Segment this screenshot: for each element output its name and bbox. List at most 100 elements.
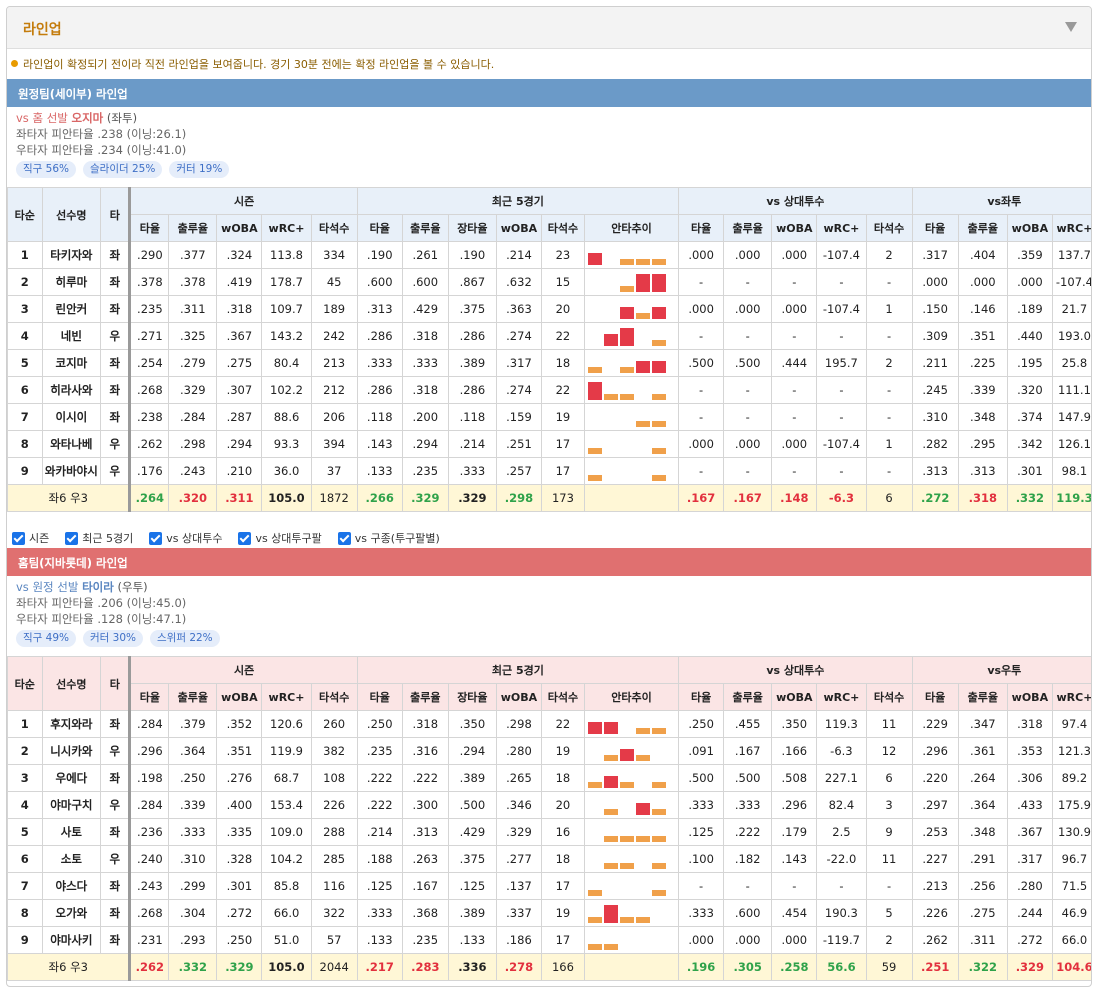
col-header[interactable]: 출루율	[957, 683, 1008, 711]
player-name[interactable]: 오가와	[41, 899, 102, 927]
col-header[interactable]: 출루율	[168, 683, 218, 711]
player-name[interactable]: 히라사와	[41, 376, 102, 404]
trend-bar	[587, 917, 602, 923]
trend-bar	[651, 361, 666, 373]
col-header[interactable]: 타석수	[310, 214, 358, 242]
option-toggle[interactable]: 시즌	[12, 530, 49, 546]
recent-stat: .298	[495, 710, 542, 738]
player-name[interactable]: 사토	[41, 818, 102, 846]
col-header[interactable]: 출루율	[723, 214, 773, 242]
player-name[interactable]: 린안커	[41, 295, 102, 323]
batting-hand: 좌	[100, 241, 131, 269]
col-header[interactable]: 안타추이	[583, 683, 680, 711]
col-header[interactable]: wOBA	[771, 214, 818, 242]
col-header[interactable]: 타율	[911, 214, 959, 242]
player-name[interactable]: 이시이	[41, 403, 102, 431]
option-toggle[interactable]: vs 상대투구팔	[238, 530, 322, 546]
vs-pitcher-stat: -	[771, 457, 818, 485]
col-header[interactable]: wRC+	[1051, 683, 1091, 711]
player-name[interactable]: 히루마	[41, 268, 102, 296]
col-header[interactable]: 타율	[356, 683, 403, 711]
trend-bar	[619, 836, 634, 842]
col-header[interactable]: 안타추이	[583, 214, 680, 242]
col-header[interactable]: wRC+	[261, 683, 312, 711]
col-header[interactable]: wRC+	[261, 214, 312, 242]
player-name[interactable]: 소토	[41, 845, 102, 873]
player-name[interactable]: 와타나베	[41, 430, 102, 458]
player-name[interactable]: 와카바야시	[41, 457, 102, 485]
col-header[interactable]: wOBA	[216, 683, 263, 711]
trend-bar	[603, 394, 618, 400]
col-header[interactable]: 타율	[356, 214, 403, 242]
player-name[interactable]: 후지와라	[41, 710, 102, 738]
checkbox-checked-icon[interactable]	[238, 531, 252, 545]
collapse-triangle-icon[interactable]	[1065, 22, 1077, 32]
col-header[interactable]: 출루율	[168, 214, 218, 242]
col-header[interactable]: 장타율	[447, 214, 497, 242]
col-header[interactable]: 출루율	[401, 683, 449, 711]
hit-trend-cell	[583, 376, 680, 404]
trend-bar	[587, 367, 602, 373]
total-row: 좌6 우3.262.332.329 105.0 2044.217.283.336.2…	[7, 953, 1091, 981]
col-header[interactable]: 타율	[128, 683, 170, 711]
col-header[interactable]: 타율	[128, 214, 170, 242]
player-name[interactable]: 네빈	[41, 322, 102, 350]
player-name[interactable]: 야마구치	[41, 791, 102, 819]
option-toggle[interactable]: vs 상대투수	[149, 530, 222, 546]
checkbox-checked-icon[interactable]	[149, 531, 163, 545]
vs-pitcher-stat: -	[771, 268, 818, 296]
vs-pitcher-stat: -	[678, 322, 725, 350]
starter-name[interactable]: 오지마	[72, 111, 104, 125]
checkbox-checked-icon[interactable]	[12, 531, 25, 545]
batting-hand: 우	[100, 737, 131, 765]
recent-stat: .186	[495, 926, 542, 954]
player-name[interactable]: 니시카와	[41, 737, 102, 765]
split-stat: 147.9	[1051, 403, 1091, 431]
batting-hand: 좌	[100, 818, 131, 846]
hit-trend-cell	[583, 872, 680, 900]
vs-pitcher-stat: .600	[723, 899, 773, 927]
col-header[interactable]: 타석수	[865, 683, 913, 711]
col-header[interactable]: 장타율	[447, 683, 497, 711]
col-header[interactable]: wOBA	[1006, 214, 1053, 242]
player-name[interactable]: 우에다	[41, 764, 102, 792]
trend-bar	[651, 836, 666, 842]
total-vs-stat: 6	[865, 484, 913, 512]
player-name[interactable]: 코지마	[41, 349, 102, 377]
col-header[interactable]: wRC+	[1051, 214, 1091, 242]
col-header[interactable]: 출루율	[723, 683, 773, 711]
panel-header[interactable]: 라인업	[7, 7, 1091, 49]
option-toggle[interactable]: vs 구종(투구팔별)	[337, 530, 440, 546]
split-stat: .313	[957, 457, 1008, 485]
checkbox-checked-icon[interactable]	[337, 531, 351, 545]
col-header[interactable]: wOBA	[216, 214, 263, 242]
col-header[interactable]: 타율	[678, 683, 725, 711]
col-header[interactable]: wRC+	[816, 683, 867, 711]
col-header[interactable]: wOBA	[495, 214, 542, 242]
col-header[interactable]: wRC+	[816, 214, 867, 242]
recent-stat: .313	[401, 818, 449, 846]
player-name[interactable]: 야스다	[41, 872, 102, 900]
recent-stat: .294	[447, 737, 497, 765]
starter-name[interactable]: 타이라	[82, 580, 114, 594]
option-toggle[interactable]: 최근 5경기	[65, 530, 133, 546]
col-header[interactable]: 타석수	[540, 683, 585, 711]
batting-order: 5	[7, 349, 43, 377]
col-header[interactable]: 출루율	[401, 214, 449, 242]
col-header[interactable]: wOBA	[771, 683, 818, 711]
col-header[interactable]: wOBA	[1006, 683, 1053, 711]
player-name[interactable]: 야마사키	[41, 926, 102, 954]
col-header[interactable]: 타석수	[865, 214, 913, 242]
checkbox-checked-icon[interactable]	[65, 531, 79, 545]
vs-pitcher-stat: .000	[678, 241, 725, 269]
col-header[interactable]: 출루율	[957, 214, 1008, 242]
player-name[interactable]: 타키자와	[41, 241, 102, 269]
col-header[interactable]: 타율	[678, 214, 725, 242]
order-header: 타순	[7, 187, 43, 242]
col-header[interactable]: 타석수	[540, 214, 585, 242]
col-header[interactable]: 타석수	[310, 683, 358, 711]
recent-stat: .318	[401, 376, 449, 404]
col-header[interactable]: 타율	[911, 683, 959, 711]
season-stat: 382	[310, 737, 358, 765]
col-header[interactable]: wOBA	[495, 683, 542, 711]
